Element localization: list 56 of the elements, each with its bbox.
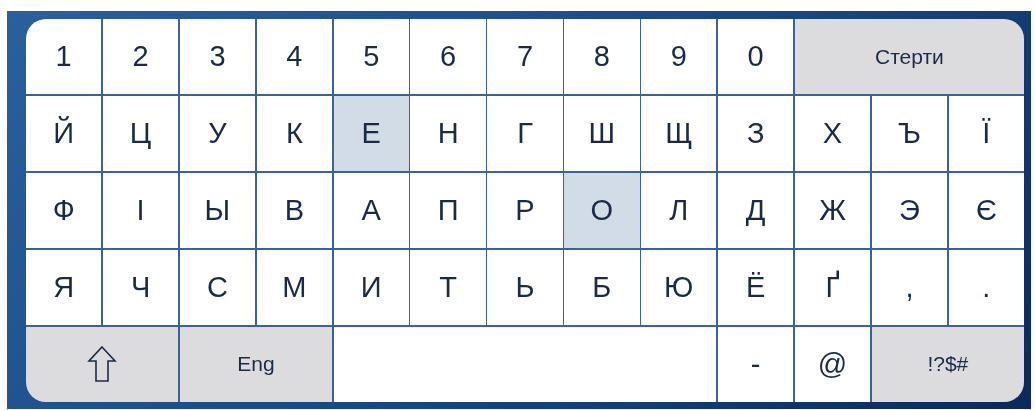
- key[interactable]: М: [256, 249, 333, 326]
- key[interactable]: Ч: [102, 249, 179, 326]
- key[interactable]: Ь: [487, 249, 563, 326]
- key[interactable]: Ї: [948, 95, 1024, 172]
- key[interactable]: Ю: [641, 249, 717, 326]
- key[interactable]: Е: [333, 95, 409, 172]
- key[interactable]: @: [794, 326, 871, 402]
- key[interactable]: Щ: [641, 95, 717, 172]
- key[interactable]: Р: [487, 172, 563, 249]
- key[interactable]: Є: [948, 172, 1024, 249]
- key[interactable]: Н: [410, 95, 486, 172]
- key[interactable]: ,: [871, 249, 948, 326]
- key[interactable]: Т: [410, 249, 486, 326]
- shift-icon: [87, 345, 118, 384]
- key[interactable]: С: [179, 249, 256, 326]
- key[interactable]: Ш: [564, 95, 640, 172]
- key[interactable]: Ё: [717, 249, 794, 326]
- key[interactable]: А: [333, 172, 409, 249]
- key[interactable]: У: [179, 95, 256, 172]
- key[interactable]: Ц: [102, 95, 179, 172]
- key[interactable]: Ф: [26, 172, 102, 249]
- key[interactable]: 6: [410, 19, 486, 95]
- key[interactable]: 5: [333, 19, 409, 95]
- key[interactable]: Г: [487, 95, 563, 172]
- key[interactable]: І: [102, 172, 179, 249]
- key[interactable]: -: [717, 326, 794, 402]
- erase-key[interactable]: Стерти: [794, 19, 1024, 95]
- key[interactable]: 1: [26, 19, 102, 95]
- key[interactable]: К: [256, 95, 333, 172]
- key[interactable]: 3: [179, 19, 256, 95]
- key[interactable]: Ж: [794, 172, 871, 249]
- key[interactable]: 2: [102, 19, 179, 95]
- key[interactable]: 8: [564, 19, 640, 95]
- function-key[interactable]: !?$#: [871, 326, 1024, 402]
- key[interactable]: П: [410, 172, 486, 249]
- key[interactable]: И: [333, 249, 409, 326]
- key[interactable]: Э: [871, 172, 948, 249]
- key[interactable]: Ъ: [871, 95, 948, 172]
- shift-key[interactable]: [26, 326, 179, 402]
- key[interactable]: З: [717, 95, 794, 172]
- key[interactable]: 9: [641, 19, 717, 95]
- key[interactable]: Л: [641, 172, 717, 249]
- key[interactable]: В: [256, 172, 333, 249]
- key[interactable]: 0: [717, 19, 794, 95]
- function-key[interactable]: Eng: [179, 326, 333, 402]
- key[interactable]: .: [948, 249, 1024, 326]
- key[interactable]: 4: [256, 19, 333, 95]
- key[interactable]: Д: [717, 172, 794, 249]
- key[interactable]: О: [564, 172, 640, 249]
- key[interactable]: Ґ: [794, 249, 871, 326]
- key[interactable]: 7: [487, 19, 563, 95]
- key[interactable]: Й: [26, 95, 102, 172]
- key[interactable]: Я: [26, 249, 102, 326]
- key[interactable]: Ы: [179, 172, 256, 249]
- key[interactable]: Х: [794, 95, 871, 172]
- key[interactable]: Б: [564, 249, 640, 326]
